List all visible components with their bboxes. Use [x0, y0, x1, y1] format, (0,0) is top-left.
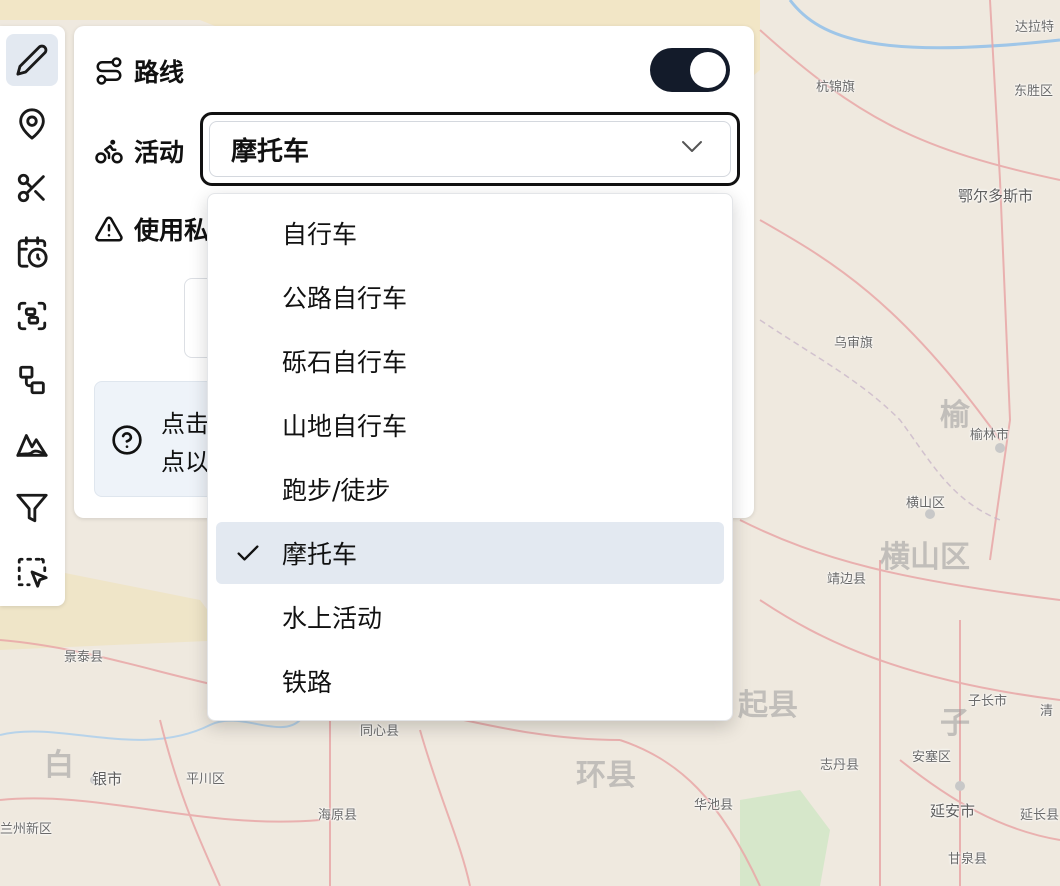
filter-icon [16, 493, 48, 523]
activity-option-selected[interactable]: 摩托车 [216, 522, 724, 584]
select-tool-button[interactable] [6, 546, 58, 598]
map-place-label: 银市 [92, 770, 123, 788]
activity-option[interactable]: 山地自行车 [216, 394, 724, 456]
activity-option-label: 砾石自行车 [282, 348, 408, 377]
mountain-icon [16, 434, 48, 457]
map-place-label: 达拉特 [1015, 20, 1055, 35]
map-place-label: 横山区 [880, 540, 970, 575]
map-place-label: 乌审旗 [834, 336, 874, 351]
map-place-label: 横山区 [906, 496, 946, 511]
tool-sidebar [0, 26, 65, 606]
scan-tool-button[interactable] [6, 290, 58, 342]
map-place-label: 兰州新区 [0, 822, 53, 837]
activity-option-label: 山地自行车 [282, 412, 408, 441]
activity-dropdown-menu: 自行车 公路自行车 砾石自行车 山地自行车 跑步/徒步 摩托车 水上活动 铁路 [207, 193, 733, 721]
activity-option-label: 跑步/徒步 [282, 476, 391, 505]
activity-select[interactable]: 摩托车 [200, 112, 740, 186]
map-place-label: 杭锦旗 [816, 80, 856, 95]
activity-select-value: 摩托车 [231, 137, 310, 167]
scissors-icon [17, 173, 45, 203]
map-place-label: 同心县 [360, 724, 400, 739]
help-circle-icon [112, 425, 142, 455]
activity-label: 活动 [134, 138, 185, 167]
map-place-label: 白 [44, 748, 74, 783]
map-place-label: 景泰县 [64, 650, 104, 665]
route-toggle[interactable] [650, 48, 730, 92]
scan-icon [17, 301, 47, 331]
activity-option-label: 摩托车 [282, 540, 358, 569]
route-nodes-icon [19, 365, 45, 395]
activity-option[interactable]: 水上活动 [216, 586, 724, 648]
route-icon [94, 56, 124, 90]
waypoint-tool-button[interactable] [6, 98, 58, 150]
activity-option[interactable]: 砾石自行车 [216, 330, 724, 392]
activity-option-label: 公路自行车 [282, 284, 408, 313]
activity-option[interactable]: 铁路 [216, 650, 724, 712]
map-place-label: 靖边县 [827, 572, 867, 587]
help-text-line-2: 点以 [161, 448, 209, 476]
calendar-clock-icon [17, 236, 48, 268]
map-pin-icon [19, 108, 45, 140]
elevation-tool-button[interactable] [6, 418, 58, 470]
map-place-label: 延长县 [1020, 808, 1060, 823]
activity-option[interactable]: 公路自行车 [216, 266, 724, 328]
activity-option-label: 铁路 [282, 668, 333, 697]
bike-icon [94, 136, 124, 170]
activity-option-label: 水上活动 [282, 604, 383, 633]
map-place-label: 子长市 [968, 694, 1008, 709]
help-text-line-1: 点击 [161, 410, 209, 438]
split-tool-button[interactable] [6, 162, 58, 214]
map-place-label: 榆 [940, 398, 970, 433]
map-place-label: 子 [940, 706, 970, 741]
map-place-label: 甘泉县 [948, 852, 988, 867]
map-place-label: 平川区 [186, 772, 226, 787]
private-roads-label: 使用私 [134, 216, 210, 245]
pencil-icon [16, 44, 48, 76]
route-toggle-knob [690, 52, 726, 88]
map-place-label: 榆林市 [970, 428, 1010, 443]
check-icon [237, 545, 259, 561]
map-place-label: 起县 [738, 688, 798, 723]
select-pointer-icon [17, 557, 48, 588]
help-box: 点击 点以 [94, 381, 214, 497]
map-place-label: 东胜区 [1014, 84, 1054, 99]
map-place-label: 延安市 [930, 802, 976, 820]
activity-option[interactable]: 自行车 [216, 202, 724, 264]
time-tool-button[interactable] [6, 226, 58, 278]
map-place-label: 鄂尔多斯市 [958, 187, 1034, 205]
map-place-label: 环县 [576, 758, 636, 793]
chevron-down-icon [682, 141, 702, 152]
activity-option-label: 自行车 [282, 220, 358, 249]
draw-tool-button[interactable] [6, 34, 58, 86]
map-place-label: 清 [1040, 704, 1054, 719]
filter-tool-button[interactable] [6, 482, 58, 534]
warning-icon [94, 214, 124, 248]
map-place-label: 海原县 [318, 808, 358, 823]
map-place-label: 华池县 [694, 798, 734, 813]
activity-option[interactable]: 跑步/徒步 [216, 458, 724, 520]
merge-tool-button[interactable] [6, 354, 58, 406]
map-place-label: 安塞区 [912, 750, 952, 765]
map-place-label: 志丹县 [820, 758, 860, 773]
route-label: 路线 [134, 58, 185, 87]
